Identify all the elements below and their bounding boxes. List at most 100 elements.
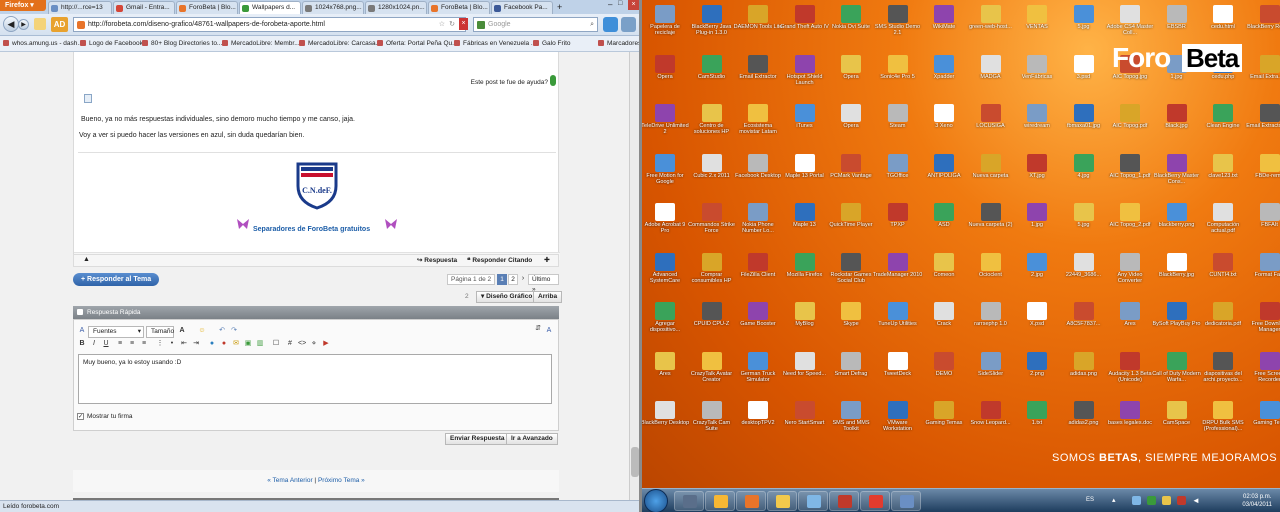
desktop-icon[interactable]: TradeManager 2010 (873, 250, 922, 298)
taskbar-app-button[interactable] (674, 491, 704, 511)
desktop-icon[interactable]: FileZilla Client (735, 250, 781, 298)
desktop-icon[interactable]: CPUID CPU-Z (689, 299, 735, 347)
forward-icon[interactable]: ▶ (18, 19, 29, 30)
desktop-icon[interactable]: ANTIPOLIGA (921, 151, 967, 199)
design-forum-dropdown[interactable]: ▾ Diseño Gráfico (476, 291, 538, 303)
desktop-icon[interactable]: 3.psd (1061, 52, 1107, 100)
desktop-icon[interactable]: TuneUp Utilities (875, 299, 921, 347)
desktop-icon[interactable]: clave123.txt (1200, 151, 1246, 199)
back-icon[interactable]: ◀ (3, 16, 19, 32)
tray-app-icon[interactable] (1162, 496, 1171, 505)
reply-quote-button[interactable]: ❝ Responder Citando (467, 256, 532, 264)
new-tab-icon[interactable]: + (557, 2, 562, 12)
desktop-icon[interactable]: FBDe-reme (1247, 151, 1280, 199)
maximize-icon[interactable]: □ (618, 0, 628, 10)
desktop-icon[interactable]: CamStudio (689, 52, 735, 100)
browser-tab-8[interactable]: Facebook Pa... (491, 1, 553, 14)
desktop-icon[interactable]: Nueva carpeta (968, 151, 1014, 199)
bookmark-item[interactable]: MercadoLibre: Membr... (222, 36, 300, 51)
italic-icon[interactable]: I (90, 340, 98, 348)
desktop-icon[interactable]: desktopTPV2 (735, 398, 781, 446)
desktop-icon[interactable]: Comeon (921, 250, 967, 298)
desktop-icon[interactable]: BlackBerry Master Cons... (1154, 151, 1200, 199)
url-bar[interactable]: http://forobeta.com/diseno-grafico/48761… (73, 17, 466, 32)
desktop-icon[interactable]: FBFAIt (1247, 200, 1280, 248)
desktop-icon[interactable]: Format Fac. (1247, 250, 1280, 298)
desktop-icon[interactable]: SMS and MMS Toolkit (828, 398, 874, 446)
indent-icon[interactable]: ⇥ (192, 340, 200, 348)
tray-antivirus-icon[interactable] (1177, 496, 1186, 505)
desktop-icon[interactable]: Sonic4e Pro 5 (875, 52, 921, 100)
advanced-reply-button[interactable]: Ir a Avanzado (506, 433, 558, 445)
previous-thread-link[interactable]: « Tema Anterior (267, 477, 312, 484)
desktop-icon[interactable]: DAEMON Tools Lite (734, 2, 782, 50)
desktop-icon[interactable]: iTunes (782, 101, 828, 149)
desktop-icon[interactable]: DRPU Bulk SMS (Professional)... (1200, 398, 1246, 446)
desktop-icon[interactable]: QuickTime Player (828, 200, 874, 248)
desktop-icon[interactable]: Hotspot Shield Launch (782, 52, 828, 100)
desktop-icon[interactable]: Computación actual.pdf (1200, 200, 1246, 248)
desktop-icon[interactable]: VenFábricas (1014, 52, 1060, 100)
desktop-icon[interactable]: TeleDrive Unlimited 2 (642, 101, 689, 149)
desktop-icon[interactable]: Rockstar Games Social Club (828, 250, 874, 298)
desktop-icon[interactable]: Need for Speed... (782, 349, 828, 397)
email-icon[interactable]: ✉ (232, 340, 240, 348)
desktop-icon[interactable]: BySoft PlayBuy Pro (1153, 299, 1201, 347)
desktop-icon[interactable]: Advanced SystemCare (642, 250, 688, 298)
desktop-icon[interactable]: Mozilla Firefox (782, 250, 828, 298)
next-page-icon[interactable]: › (519, 274, 527, 285)
desktop-icon[interactable]: TPXP (875, 200, 921, 248)
tray-network-icon[interactable] (1132, 496, 1141, 505)
bold-icon[interactable]: B (78, 340, 86, 348)
ordered-list-icon[interactable]: ⋮ (156, 340, 164, 348)
desktop-icon[interactable]: 2.jpg (1014, 250, 1060, 298)
search-icon[interactable]: ⌕ (590, 18, 594, 32)
desktop-icon[interactable]: 5.jpg (1061, 2, 1107, 50)
desktop-icon[interactable]: Ares (642, 349, 688, 397)
desktop-icon[interactable]: BlackBerry Desktop (642, 398, 689, 446)
underline-icon[interactable]: U (102, 340, 110, 348)
redo-icon[interactable]: ↷ (230, 327, 238, 335)
desktop-icon[interactable]: SideSlider (968, 349, 1014, 397)
bookmark-item[interactable]: Logo de Facebook (80, 36, 143, 51)
taskbar-app-button[interactable] (860, 491, 890, 511)
stop-icon[interactable]: × (459, 18, 468, 30)
switch-mode-icon[interactable]: A (545, 327, 553, 335)
separadores-link[interactable]: Separadores de ForoBeta gratuitos (253, 226, 370, 233)
desktop-icon[interactable]: Email Extractor (735, 52, 781, 100)
text-color-icon[interactable]: A (178, 327, 186, 335)
taskbar-app-button[interactable] (705, 491, 735, 511)
last-page-button[interactable]: Último » (528, 274, 559, 293)
desktop-icon[interactable]: Clean Engine (1200, 101, 1246, 149)
browser-tab-4[interactable]: Wallpapers d... (239, 1, 301, 14)
desktop-icon[interactable]: SMS Studio Demo 2.1 (875, 2, 921, 50)
desktop-icon[interactable]: MyBlog (782, 299, 828, 347)
taskbar-app-button[interactable] (767, 491, 797, 511)
desktop-icon[interactable]: Opera (828, 101, 874, 149)
desktop-icon[interactable]: Gaming Tem. (1247, 398, 1280, 446)
start-button[interactable] (644, 489, 668, 512)
desktop-icon[interactable]: Nokia Phone Number Lo... (735, 200, 781, 248)
desktop-icon[interactable]: Game Booster (735, 299, 781, 347)
desktop-icon[interactable]: XT.jpg (1014, 151, 1060, 199)
desktop-icon[interactable]: bases legales.doc (1107, 398, 1153, 446)
bookmark-star-icon[interactable]: ☆ (439, 18, 445, 32)
desktop-icon[interactable]: 4.jpg (1061, 151, 1107, 199)
multiquote-icon[interactable]: ✚ (544, 256, 550, 264)
desktop-icon[interactable]: A8C5F7837... (1061, 299, 1107, 347)
desktop-icon[interactable]: 22449_3686... (1061, 250, 1107, 298)
desktop-icon[interactable]: TGOffice (875, 151, 921, 199)
image-icon[interactable]: ▣ (244, 340, 252, 348)
reply-button[interactable]: ↪ Respuesta (417, 256, 457, 264)
minimize-icon[interactable]: – (608, 0, 618, 10)
close-window-icon[interactable]: × (628, 0, 639, 10)
taskbar-app-button[interactable] (798, 491, 828, 511)
desktop-icon[interactable]: Nueva carpeta (2) (968, 200, 1014, 248)
desktop-icon[interactable]: 2.png (1014, 349, 1060, 397)
desktop-icon[interactable]: CrazyTalk Cam Suite (689, 398, 735, 446)
search-input[interactable]: Google ⌕ (473, 17, 598, 32)
browser-tab-2[interactable]: Gmail - Entra... (113, 1, 175, 14)
desktop-icon[interactable]: MADGA (968, 52, 1014, 100)
desktop-icon[interactable]: Any Video Converter (1107, 250, 1153, 298)
reload-icon[interactable]: ↻ (449, 18, 455, 32)
